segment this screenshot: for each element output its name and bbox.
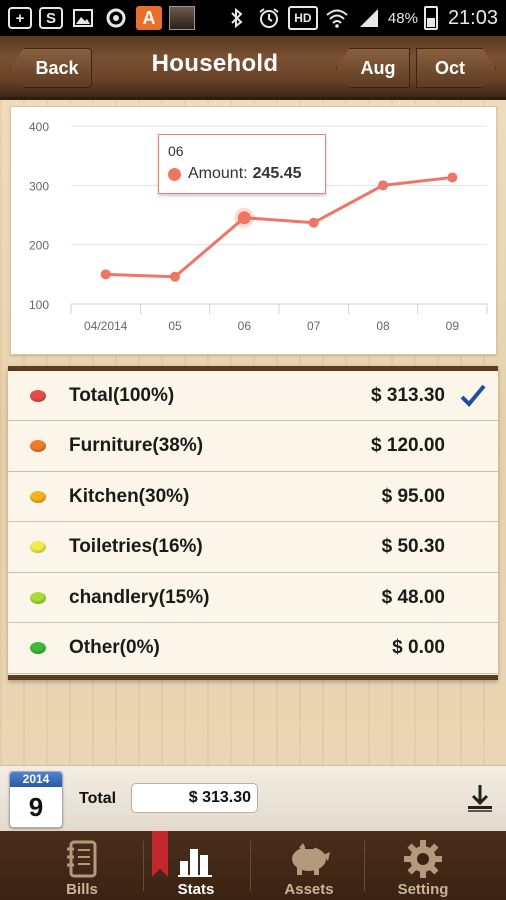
category-amount: $ 50.30: [381, 536, 445, 557]
category-amount: $ 0.00: [392, 637, 445, 658]
x-tick-label: 06: [238, 319, 252, 333]
category-label: Other(0%): [69, 637, 160, 658]
tooltip-x-label: 06: [168, 143, 184, 159]
calendar-month: 9: [28, 792, 44, 822]
category-color-dot: [30, 440, 46, 452]
photo-icon: [169, 6, 195, 30]
data-point: [308, 217, 319, 228]
bar-chart-icon: [178, 849, 212, 877]
category-color-dot: [30, 490, 46, 503]
x-tick-label: 08: [376, 319, 390, 333]
total-value: $ 313.30: [131, 783, 258, 813]
data-point: [170, 271, 180, 282]
tab-label: Stats: [177, 881, 215, 898]
battery-icon: [423, 6, 438, 30]
page-title: Household: [151, 50, 279, 77]
bottom-tab-bar: Bills Stats Assets Setting: [0, 831, 506, 900]
tab-divider: [143, 841, 144, 891]
tab-divider: [250, 841, 251, 891]
add-icon: +: [8, 7, 32, 29]
category-label: Furniture(38%): [69, 435, 204, 456]
category-label: Toiletries(16%): [69, 536, 203, 557]
piggy-bank-icon: [292, 843, 330, 875]
category-label: chandlery(15%): [69, 586, 210, 608]
signal-icon: [356, 6, 382, 30]
category-label: Total(100%): [69, 384, 175, 406]
list-item[interactable]: chandlery(15%) $ 48.00: [8, 573, 498, 623]
status-bar: + S A HD 48% 21:03: [0, 0, 506, 36]
tab-label: Setting: [397, 881, 449, 898]
tab-label: Bills: [66, 881, 98, 898]
prev-month-button[interactable]: Aug: [336, 48, 410, 88]
back-button[interactable]: Back: [10, 48, 92, 88]
category-amount: $ 313.30: [371, 384, 445, 406]
tab-bills[interactable]: Bills: [34, 831, 130, 900]
checkmark-icon: [460, 384, 486, 407]
next-month-button[interactable]: Oct: [416, 48, 496, 88]
alarm-icon: [256, 6, 282, 30]
battery-percent: 48%: [387, 9, 418, 27]
x-tick-label: 07: [307, 319, 321, 333]
category-amount: $ 95.00: [381, 485, 445, 507]
data-point: [237, 211, 251, 225]
category-list: Total(100%) $ 313.30 Furniture(38%) $ 120.0…: [8, 366, 498, 680]
clock: 21:03: [447, 6, 498, 29]
sync-icon: S: [39, 7, 63, 29]
tooltip-value: 245.45: [252, 165, 302, 182]
tooltip-series-label: Amount:: [188, 165, 248, 182]
category-color-dot: [30, 642, 46, 654]
data-point: [447, 172, 458, 183]
header-bar: Back Household Aug Oct: [0, 36, 506, 100]
tab-label: Assets: [284, 881, 334, 898]
y-tick-label: 200: [29, 239, 49, 253]
gear-icon: [404, 840, 442, 878]
x-tick-label: 09: [446, 319, 460, 333]
circle-icon: [103, 6, 129, 30]
list-item[interactable]: Furniture(38%) $ 120.00: [8, 422, 498, 472]
bluetooth-icon: [224, 6, 250, 30]
list-item[interactable]: Total(100%) $ 313.30: [8, 371, 498, 421]
chart-tooltip: 06 Amount: 245.45: [158, 134, 326, 194]
category-amount: $ 120.00: [371, 435, 445, 456]
calendar-icon[interactable]: 2014 9: [9, 771, 63, 828]
y-tick-label: 100: [29, 298, 49, 312]
tab-divider: [364, 841, 365, 891]
category-amount: $ 48.00: [381, 586, 445, 608]
total-label: Total: [79, 790, 117, 807]
summary-bar: 2014 9 Total $ 313.30: [0, 765, 506, 831]
x-tick-label: 04/2014: [84, 319, 128, 333]
list-item[interactable]: Other(0%) $ 0.00: [8, 624, 498, 674]
list-item[interactable]: Toiletries(16%) $ 50.30: [8, 523, 498, 573]
category-color-dot: [30, 591, 46, 604]
category-color-dot: [30, 541, 46, 553]
tab-setting[interactable]: Setting: [375, 831, 471, 900]
download-icon[interactable]: [464, 782, 496, 814]
calendar-year: 2014: [10, 772, 62, 787]
notebook-icon: [67, 840, 97, 878]
wifi-icon: [324, 6, 350, 30]
data-point: [100, 269, 111, 280]
y-tick-label: 300: [29, 179, 49, 193]
y-tick-label: 400: [29, 120, 49, 134]
x-tick-label: 05: [168, 319, 182, 333]
tab-stats[interactable]: Stats: [148, 831, 244, 900]
app-a-icon: A: [136, 6, 162, 30]
category-color-dot: [30, 389, 46, 402]
hd-icon: HD: [287, 6, 318, 30]
tab-assets[interactable]: Assets: [261, 831, 357, 900]
category-label: Kitchen(30%): [69, 485, 190, 507]
tooltip-series-dot: [168, 167, 181, 181]
data-point: [378, 180, 388, 191]
image-icon: [70, 6, 96, 30]
list-item[interactable]: Kitchen(30%) $ 95.00: [8, 472, 498, 522]
